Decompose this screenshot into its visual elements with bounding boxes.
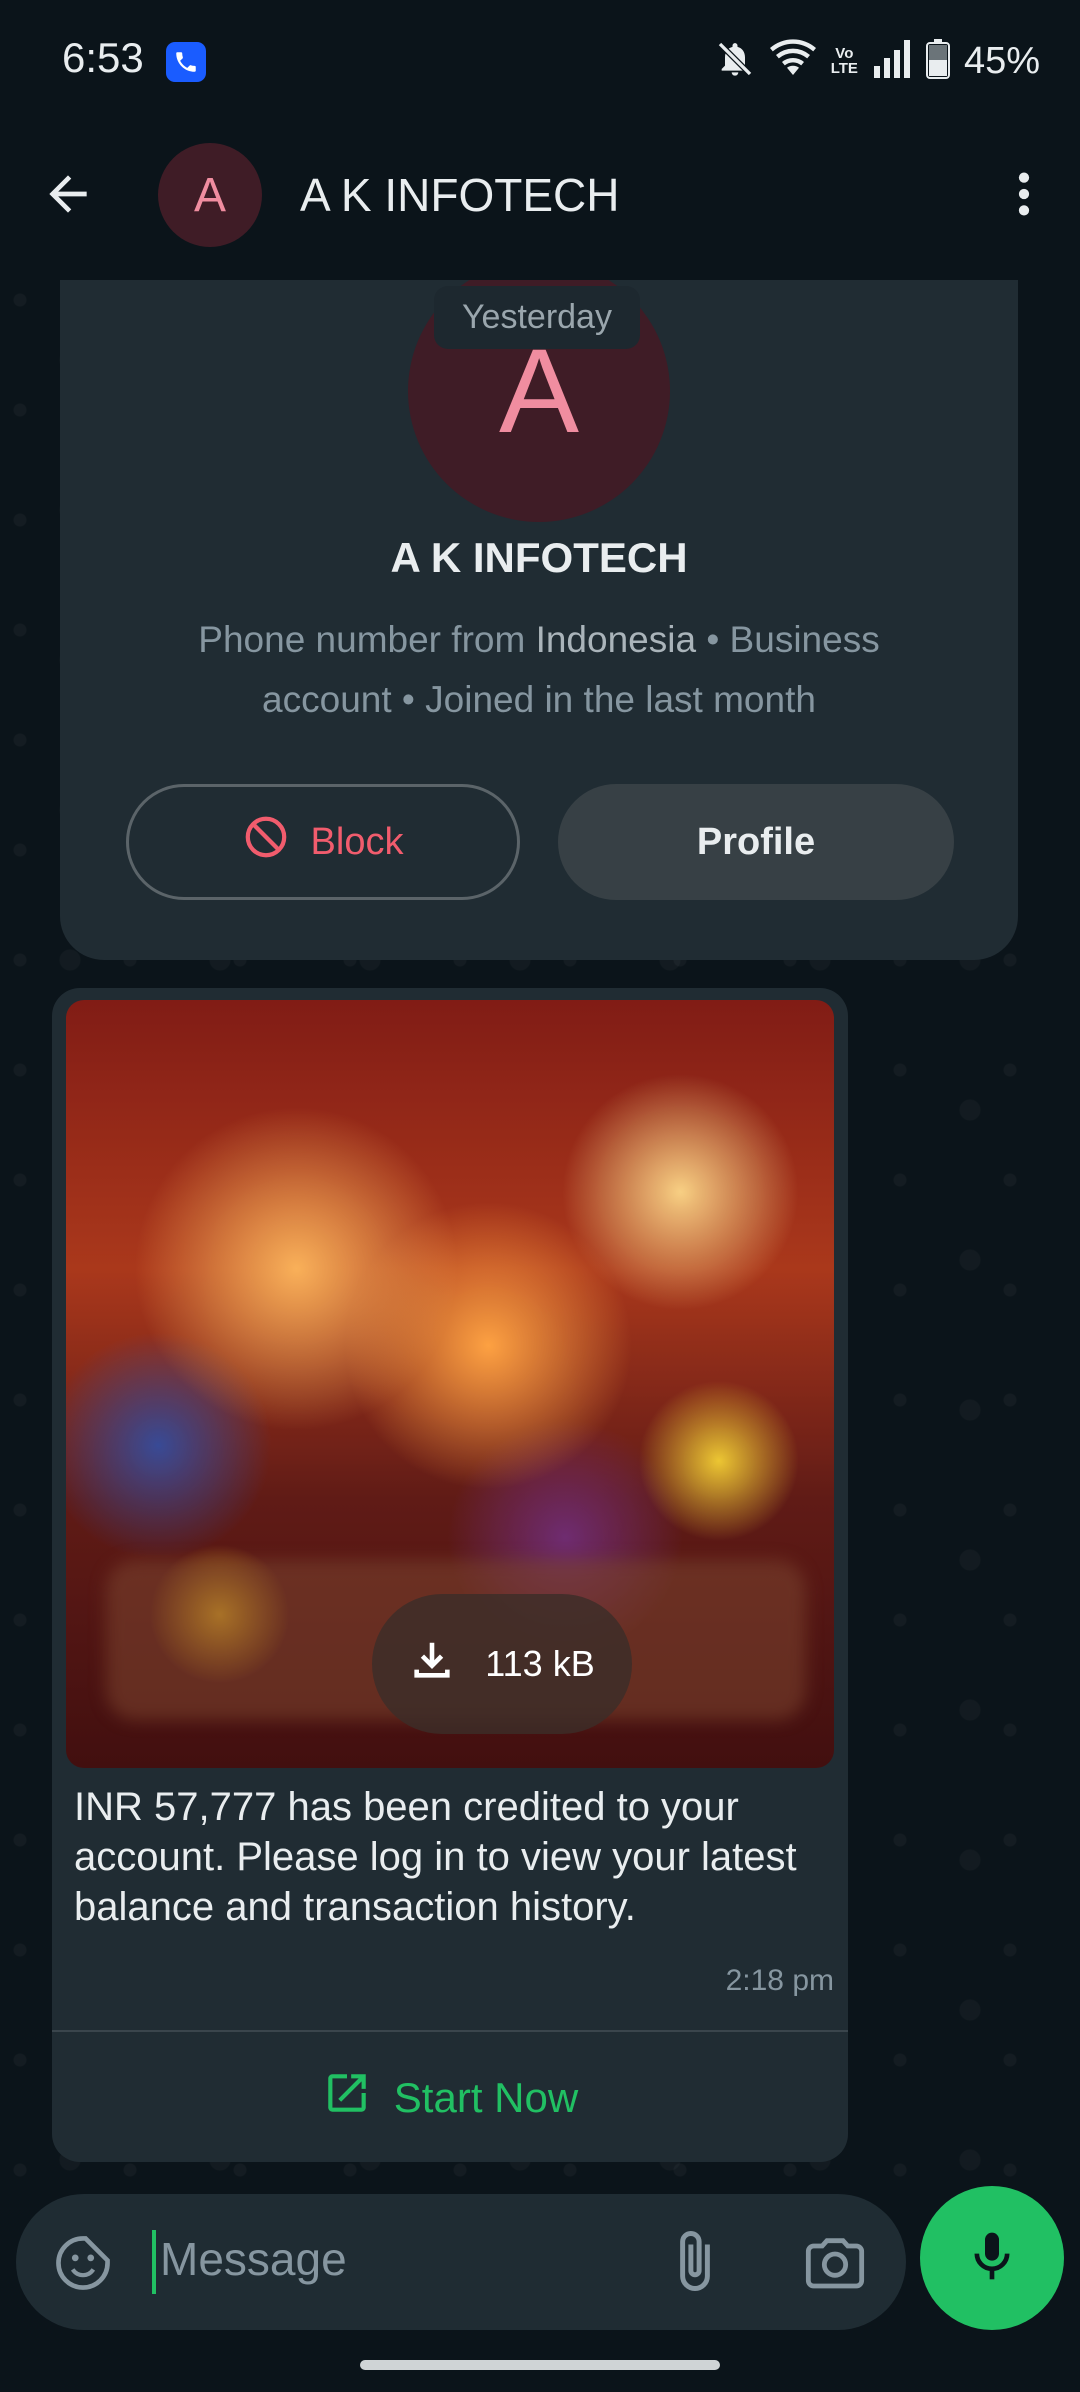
contact-card-description: Phone number from Indonesia • Business a… xyxy=(180,610,898,730)
contact-card-name: A K INFOTECH xyxy=(390,534,688,581)
battery-percent: 45% xyxy=(963,39,1040,82)
start-now-button[interactable]: Start Now xyxy=(52,2034,848,2162)
more-options-icon[interactable] xyxy=(996,164,1052,224)
start-now-label: Start Now xyxy=(393,2074,579,2121)
phone-app-icon xyxy=(166,42,206,82)
chat-header: A A K INFOTECH xyxy=(0,124,1080,280)
message-timestamp: 2:18 pm xyxy=(725,1964,834,1997)
volte-bottom-text: LTE xyxy=(830,60,858,77)
microphone-icon xyxy=(964,2228,1020,2289)
contact-avatar[interactable]: A xyxy=(158,143,262,247)
block-button[interactable]: Block xyxy=(126,784,520,900)
message-divider xyxy=(52,2030,848,2032)
volte-icon: Vo LTE xyxy=(831,46,858,76)
battery-icon xyxy=(925,38,950,84)
media-size: 113 kB xyxy=(485,1643,595,1684)
block-label: Block xyxy=(310,820,404,863)
message-composer: Message xyxy=(16,2194,906,2330)
external-link-icon xyxy=(322,2068,372,2128)
wifi-icon xyxy=(769,38,817,84)
incoming-message[interactable]: 113 kB INR 57,777 has been credited to y… xyxy=(52,988,848,2162)
block-icon xyxy=(243,814,289,870)
desc-country: Indonesia xyxy=(535,619,697,660)
download-media-button[interactable]: 113 kB xyxy=(372,1594,632,1734)
text-cursor xyxy=(152,2230,156,2294)
desc-prefix: Phone number from xyxy=(198,619,536,660)
date-chip: Yesterday xyxy=(434,286,640,349)
contact-info-card: A Yesterday A K INFOTECH Phone number fr… xyxy=(60,280,1018,960)
chat-area[interactable]: A Yesterday A K INFOTECH Phone number fr… xyxy=(0,280,1080,2186)
gesture-nav-bar[interactable] xyxy=(360,2360,720,2370)
message-text: INR 57,777 has been credited to your acc… xyxy=(74,1785,797,1929)
emoji-sticker-icon[interactable] xyxy=(52,2232,114,2299)
signal-icon xyxy=(872,39,912,83)
mute-bell-icon xyxy=(715,39,755,84)
status-time: 6:53 xyxy=(62,34,144,81)
attach-icon[interactable] xyxy=(662,2228,728,2299)
voice-message-button[interactable] xyxy=(920,2186,1064,2330)
profile-button[interactable]: Profile xyxy=(558,784,954,900)
download-icon xyxy=(409,1637,455,1692)
status-icons: Vo LTE 45% xyxy=(715,36,1040,86)
status-bar: 6:53 Vo LTE 45% xyxy=(0,0,1080,124)
camera-icon[interactable] xyxy=(802,2230,868,2299)
contact-name[interactable]: A K INFOTECH xyxy=(300,168,619,222)
message-input[interactable]: Message xyxy=(160,2232,347,2286)
profile-label: Profile xyxy=(696,820,816,863)
back-arrow-icon[interactable] xyxy=(40,166,96,227)
